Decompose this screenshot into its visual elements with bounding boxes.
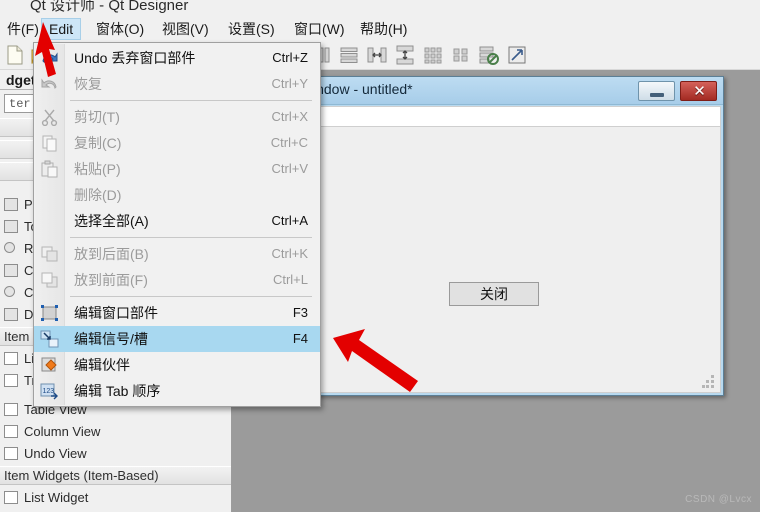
menu-item-copy-label: 复制(C)	[74, 135, 122, 151]
menu-item-edit-signals-slots-shortcut: F4	[292, 331, 308, 346]
widget-item-undo-view[interactable]: Undo View	[0, 444, 231, 463]
edit-dropdown-menu: Undo 丢弃窗口部件 Ctrl+Z 恢复 Ctrl+Y 剪切(T) Ctrl+…	[33, 42, 321, 407]
menu-item-redo-label: 恢复	[74, 76, 102, 92]
edit-buddies-icon	[40, 356, 59, 374]
menu-item-send-to-back-shortcut: Ctrl+K	[271, 246, 308, 261]
menu-item-redo[interactable]: 恢复 Ctrl+Y	[34, 71, 320, 97]
form-close-button[interactable]: ✕	[680, 81, 717, 101]
menu-item-cut-shortcut: Ctrl+X	[271, 109, 308, 124]
app-title: Qt 设计师 - Qt Designer	[30, 0, 189, 14]
menu-item-undo-label: Undo 丢弃窗口部件	[74, 50, 196, 66]
edit-widgets-icon	[40, 304, 59, 322]
menu-file[interactable]: 件(F)	[0, 18, 46, 40]
resize-grip-icon[interactable]	[702, 375, 716, 389]
new-file-icon[interactable]	[4, 44, 26, 66]
edit-signals-slots-icon	[40, 330, 59, 348]
break-layout-icon[interactable]	[478, 44, 500, 66]
menu-item-select-all-shortcut: Ctrl+A	[271, 213, 308, 228]
menu-item-copy-shortcut: Ctrl+C	[270, 135, 308, 150]
menu-edit[interactable]: Edit	[41, 18, 82, 40]
app-titlebar: Qt 设计师 - Qt Designer	[0, 0, 760, 20]
menu-item-paste[interactable]: 粘贴(P) Ctrl+V	[34, 156, 320, 182]
menu-item-cut[interactable]: 剪切(T) Ctrl+X	[34, 104, 320, 130]
form-window-titlebar[interactable]: indow - untitled* ✕	[305, 77, 723, 105]
menu-item-edit-signals-slots[interactable]: 编辑信号/槽 F4	[34, 326, 320, 352]
menu-help[interactable]: 帮助(H)	[353, 18, 414, 40]
menu-item-edit-widgets-label: 编辑窗口部件	[74, 305, 158, 321]
menu-item-select-all-label: 选择全部(A)	[74, 213, 149, 229]
edit-tab-order-icon: 123	[40, 382, 59, 400]
form-window[interactable]: indow - untitled* ✕ 关闭	[304, 76, 724, 396]
redo-icon	[40, 75, 59, 93]
menubar: 件(F) Edit 窗体(O) 视图(V) 设置(S) 窗口(W) 帮助(H)	[0, 18, 760, 40]
watermark: CSDN @Lvcx	[685, 494, 752, 505]
layout-form-icon[interactable]	[450, 44, 472, 66]
form-close-pushbutton[interactable]: 关闭	[449, 282, 539, 306]
form-canvas[interactable]: 关闭	[307, 126, 721, 393]
layout-vertical-icon[interactable]	[338, 44, 360, 66]
menu-item-edit-signals-slots-label: 编辑信号/槽	[74, 331, 148, 347]
menu-item-copy[interactable]: 复制(C) Ctrl+C	[34, 130, 320, 156]
menu-form[interactable]: 窗体(O)	[89, 18, 151, 40]
send-to-back-icon	[40, 245, 59, 263]
paste-icon	[40, 160, 59, 178]
svg-text:123: 123	[43, 388, 55, 395]
layout-splitter-v-icon[interactable]	[394, 44, 416, 66]
form-minimize-button[interactable]	[638, 81, 675, 101]
menu-item-send-to-back-label: 放到后面(B)	[74, 246, 149, 262]
widget-item-list-widget[interactable]: List Widget	[0, 488, 231, 507]
adjust-size-icon[interactable]	[506, 44, 528, 66]
menu-window[interactable]: 窗口(W)	[287, 18, 352, 40]
form-menubar[interactable]	[307, 106, 721, 126]
menu-item-undo[interactable]: Undo 丢弃窗口部件 Ctrl+Z	[34, 45, 320, 71]
menu-separator-3	[70, 296, 312, 297]
menu-item-delete[interactable]: 删除(D)	[34, 182, 320, 208]
form-window-title: indow - untitled*	[313, 81, 413, 97]
layout-splitter-h-icon[interactable]	[366, 44, 388, 66]
menu-item-send-to-back[interactable]: 放到后面(B) Ctrl+K	[34, 241, 320, 267]
menu-item-delete-label: 删除(D)	[74, 187, 122, 203]
widget-box-group-item-widgets[interactable]: Item Widgets (Item-Based)	[0, 466, 231, 485]
menu-separator-2	[70, 237, 312, 238]
undo-icon	[40, 49, 59, 67]
menu-item-edit-widgets[interactable]: 编辑窗口部件 F3	[34, 300, 320, 326]
menu-settings[interactable]: 设置(S)	[221, 18, 282, 40]
menu-item-edit-tab-order-label: 编辑 Tab 顺序	[74, 383, 161, 399]
qt-designer-window: Qt 设计师 - Qt Designer 件(F) Edit 窗体(O) 视图(…	[0, 0, 760, 512]
menu-item-edit-buddies[interactable]: 编辑伙伴	[34, 352, 320, 378]
cut-icon	[40, 108, 59, 127]
menu-item-bring-to-front[interactable]: 放到前面(F) Ctrl+L	[34, 267, 320, 293]
menu-view[interactable]: 视图(V)	[155, 18, 216, 40]
menu-item-bring-to-front-label: 放到前面(F)	[74, 272, 148, 288]
bring-to-front-icon	[40, 271, 59, 289]
close-icon: ✕	[693, 83, 706, 100]
menu-item-edit-widgets-shortcut: F3	[292, 305, 308, 320]
layout-grid-icon[interactable]	[422, 44, 444, 66]
menu-item-paste-label: 粘贴(P)	[74, 161, 121, 177]
menu-item-paste-shortcut: Ctrl+V	[271, 161, 308, 176]
menu-item-undo-shortcut: Ctrl+Z	[272, 50, 308, 65]
copy-icon	[40, 134, 59, 152]
menu-item-edit-tab-order[interactable]: 123 编辑 Tab 顺序	[34, 378, 320, 404]
menu-item-bring-to-front-shortcut: Ctrl+L	[272, 272, 308, 287]
menu-item-cut-label: 剪切(T)	[74, 109, 120, 125]
menu-item-edit-buddies-label: 编辑伙伴	[74, 357, 130, 373]
menu-item-select-all[interactable]: 选择全部(A) Ctrl+A	[34, 208, 320, 234]
menu-separator-1	[70, 100, 312, 101]
menu-item-redo-shortcut: Ctrl+Y	[271, 76, 308, 91]
widget-item-column-view[interactable]: Column View	[0, 422, 231, 441]
